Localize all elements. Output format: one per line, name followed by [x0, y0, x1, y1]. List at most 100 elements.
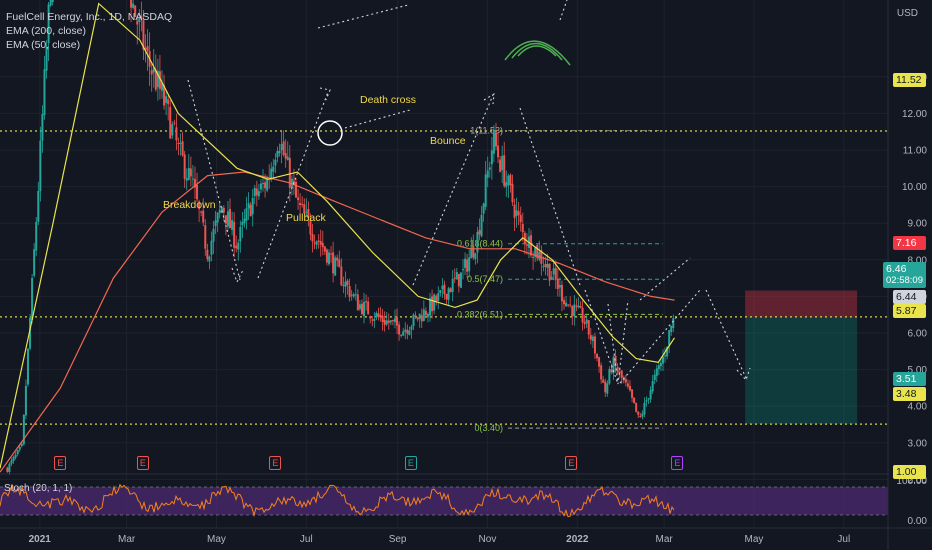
candle-body: [426, 313, 429, 318]
stochastic-pane: [0, 483, 888, 518]
candle-body: [51, 0, 54, 3]
candle-body: [346, 280, 349, 286]
candle-body: [39, 140, 42, 192]
earnings-marker[interactable]: E: [269, 456, 282, 470]
candle-body: [565, 302, 568, 307]
candle-body: [593, 336, 596, 354]
candle-body: [538, 252, 541, 260]
candle-body: [441, 285, 444, 290]
candle-body: [183, 154, 186, 179]
candle-body: [416, 317, 419, 320]
bounce-label: Bounce: [430, 135, 466, 147]
ema200-line: [0, 171, 675, 473]
candle-body: [406, 329, 409, 334]
candle-body: [478, 230, 481, 235]
death-cross-pointer: [344, 109, 411, 129]
candle-body: [624, 379, 627, 383]
candle-body: [585, 319, 588, 324]
candle-body: [257, 191, 260, 197]
candle-body: [241, 221, 244, 226]
bounce-arrow: [412, 94, 494, 286]
candle-body: [43, 69, 46, 115]
time-tick-label: Nov: [479, 534, 497, 545]
candle-body: [237, 242, 240, 250]
position-reward-zone: [745, 316, 858, 425]
candle-body: [274, 159, 277, 166]
pullback-arrowhead: [319, 87, 331, 101]
stoch-legend[interactable]: Stoch (20, 1, 1): [4, 483, 72, 494]
candle-body: [511, 183, 514, 203]
candle-body: [10, 460, 13, 464]
candle-body: [363, 301, 366, 317]
candle-body: [150, 70, 153, 75]
time-tick-label: Jul: [837, 534, 850, 545]
candle-body: [325, 249, 328, 263]
candle-body: [492, 129, 495, 154]
candle-body: [424, 310, 427, 316]
channel-lower: [619, 289, 701, 384]
ema50-legend[interactable]: EMA (50, close): [6, 38, 172, 52]
earnings-marker[interactable]: E: [404, 456, 417, 470]
candle-body: [336, 257, 339, 261]
candle-body: [530, 235, 533, 256]
candle-body: [651, 381, 654, 392]
earnings-marker[interactable]: E: [565, 456, 578, 470]
candle-body: [282, 141, 285, 155]
death-cross-label: Death cross: [360, 94, 416, 106]
candle-body: [431, 296, 434, 312]
candle-body: [515, 210, 518, 216]
earnings-marker[interactable]: E: [54, 456, 67, 470]
fib-level-label: 0.5(7.47): [467, 274, 503, 284]
candle-body: [414, 315, 417, 317]
short-position-tool: [745, 290, 858, 425]
candle-body: [369, 316, 372, 319]
candle-body: [187, 167, 190, 180]
pullback-arrow: [257, 91, 329, 279]
candle-body: [344, 281, 347, 287]
candle-body: [286, 156, 289, 161]
candle-body: [402, 331, 405, 336]
candle-body: [348, 285, 351, 298]
candle-body: [600, 365, 603, 380]
candle-body: [218, 209, 221, 214]
earnings-marker[interactable]: E: [671, 456, 684, 470]
candle-body: [224, 215, 227, 224]
candle-body: [231, 220, 234, 230]
candle-body: [464, 258, 467, 268]
earnings-marker[interactable]: E: [136, 456, 149, 470]
stoch-tick-label: 0.00: [908, 516, 928, 527]
candle-body: [525, 244, 528, 246]
chart-stage[interactable]: 1(11.53) 0.618(8.44) 0.5(7.47) 0.382(6.51) 0…: [0, 0, 932, 550]
candle-body: [602, 379, 605, 383]
candle-body: [313, 242, 316, 244]
candle-body: [20, 443, 23, 447]
candle-body: [459, 272, 462, 288]
candle-body: [179, 142, 182, 144]
ema200-legend[interactable]: EMA (200, close): [6, 24, 172, 38]
candle-body: [16, 450, 19, 455]
candle-body: [233, 221, 236, 248]
candle-body: [350, 294, 353, 296]
candle-body: [606, 383, 609, 394]
candle-body: [315, 241, 318, 245]
candle-body: [216, 212, 219, 223]
price-tick-label: 6.00: [908, 329, 928, 340]
candle-body: [457, 274, 460, 287]
top-arrow: [317, 4, 409, 29]
candle-body: [251, 198, 254, 215]
candle-body: [354, 294, 357, 296]
candle-body: [641, 413, 644, 417]
candle-body: [532, 257, 535, 259]
stoch-band: [0, 487, 888, 515]
candle-body: [635, 402, 638, 412]
symbol-title[interactable]: FuelCell Energy, Inc., 1D, NASDAQ: [6, 10, 172, 24]
candle-body: [429, 298, 432, 316]
time-tick-label: Mar: [118, 534, 136, 545]
candle-body: [404, 329, 407, 332]
candle-body: [26, 348, 29, 385]
price-badge-ema200: 6.44: [893, 290, 926, 304]
candle-body: [387, 320, 390, 323]
candle-body: [8, 463, 11, 472]
price-badge-level-bottom: 3.51: [893, 372, 926, 386]
candle-body: [202, 210, 205, 223]
